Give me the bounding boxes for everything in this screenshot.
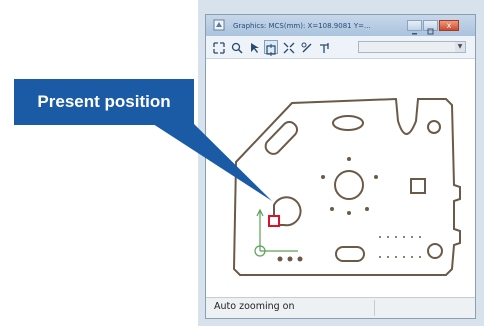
callout-pointer — [150, 122, 272, 201]
callout-label: Present position — [14, 79, 194, 125]
callout-text: Present position — [37, 92, 171, 111]
